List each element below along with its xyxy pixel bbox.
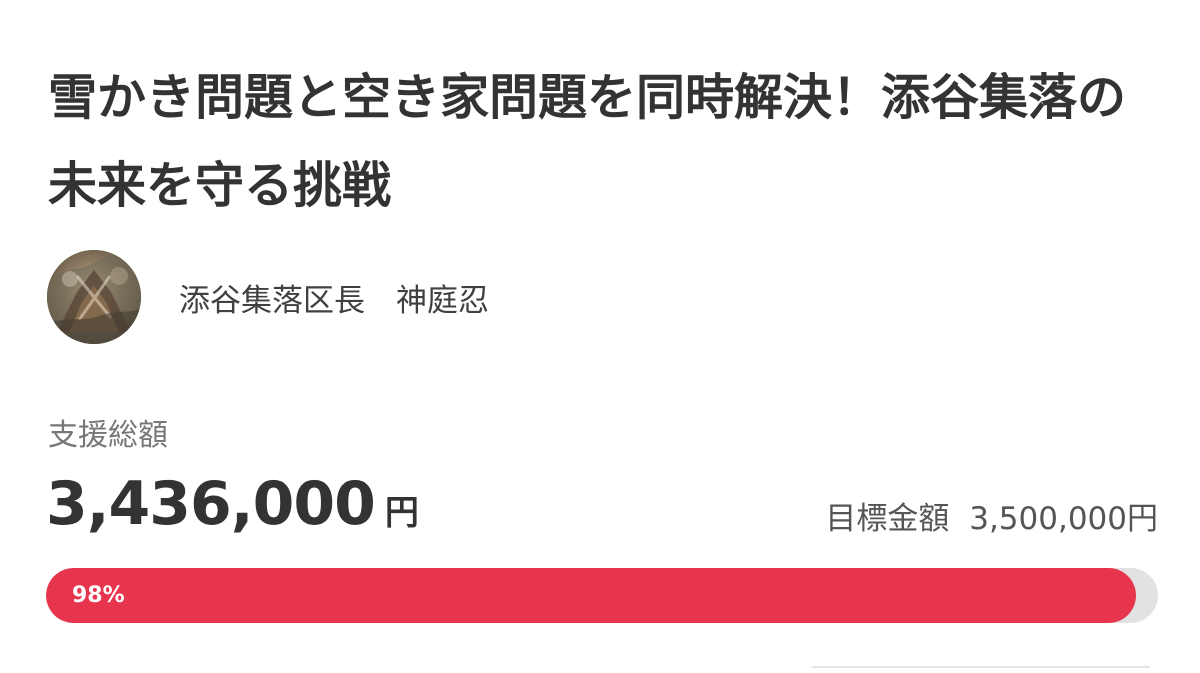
total-support-amount: 3,436,000 円 — [46, 469, 419, 539]
owner-avatar-image — [47, 250, 141, 344]
target-amount-value: 3,500,000円 — [969, 501, 1158, 537]
total-support-value: 3,436,000 — [46, 469, 376, 539]
funding-progress-bar: 98% — [46, 568, 1158, 623]
project-summary: 雪かき問題と空き家問題を同時解決！添谷集落の未来を守る挑戦 添谷集落区長 神庭忍… — [0, 0, 1200, 673]
project-title: 雪かき問題と空き家問題を同時解決！添谷集落の未来を守る挑戦 — [48, 69, 1127, 214]
total-support-label: 支援総額 — [48, 418, 168, 453]
owner-avatar[interactable] — [47, 250, 141, 344]
project-owner[interactable]: 添谷集落区長 神庭忍 — [47, 247, 489, 347]
target-amount-label: 目標金額 — [825, 501, 950, 537]
funding-progress-percent: 98% — [72, 583, 125, 608]
owner-name[interactable]: 添谷集落区長 神庭忍 — [179, 275, 489, 320]
total-support-unit: 円 — [384, 493, 419, 533]
bottom-divider — [812, 666, 1150, 668]
target-amount: 目標金額 3,500,000円 — [825, 493, 1158, 538]
funding-progress-fill — [46, 568, 1136, 623]
